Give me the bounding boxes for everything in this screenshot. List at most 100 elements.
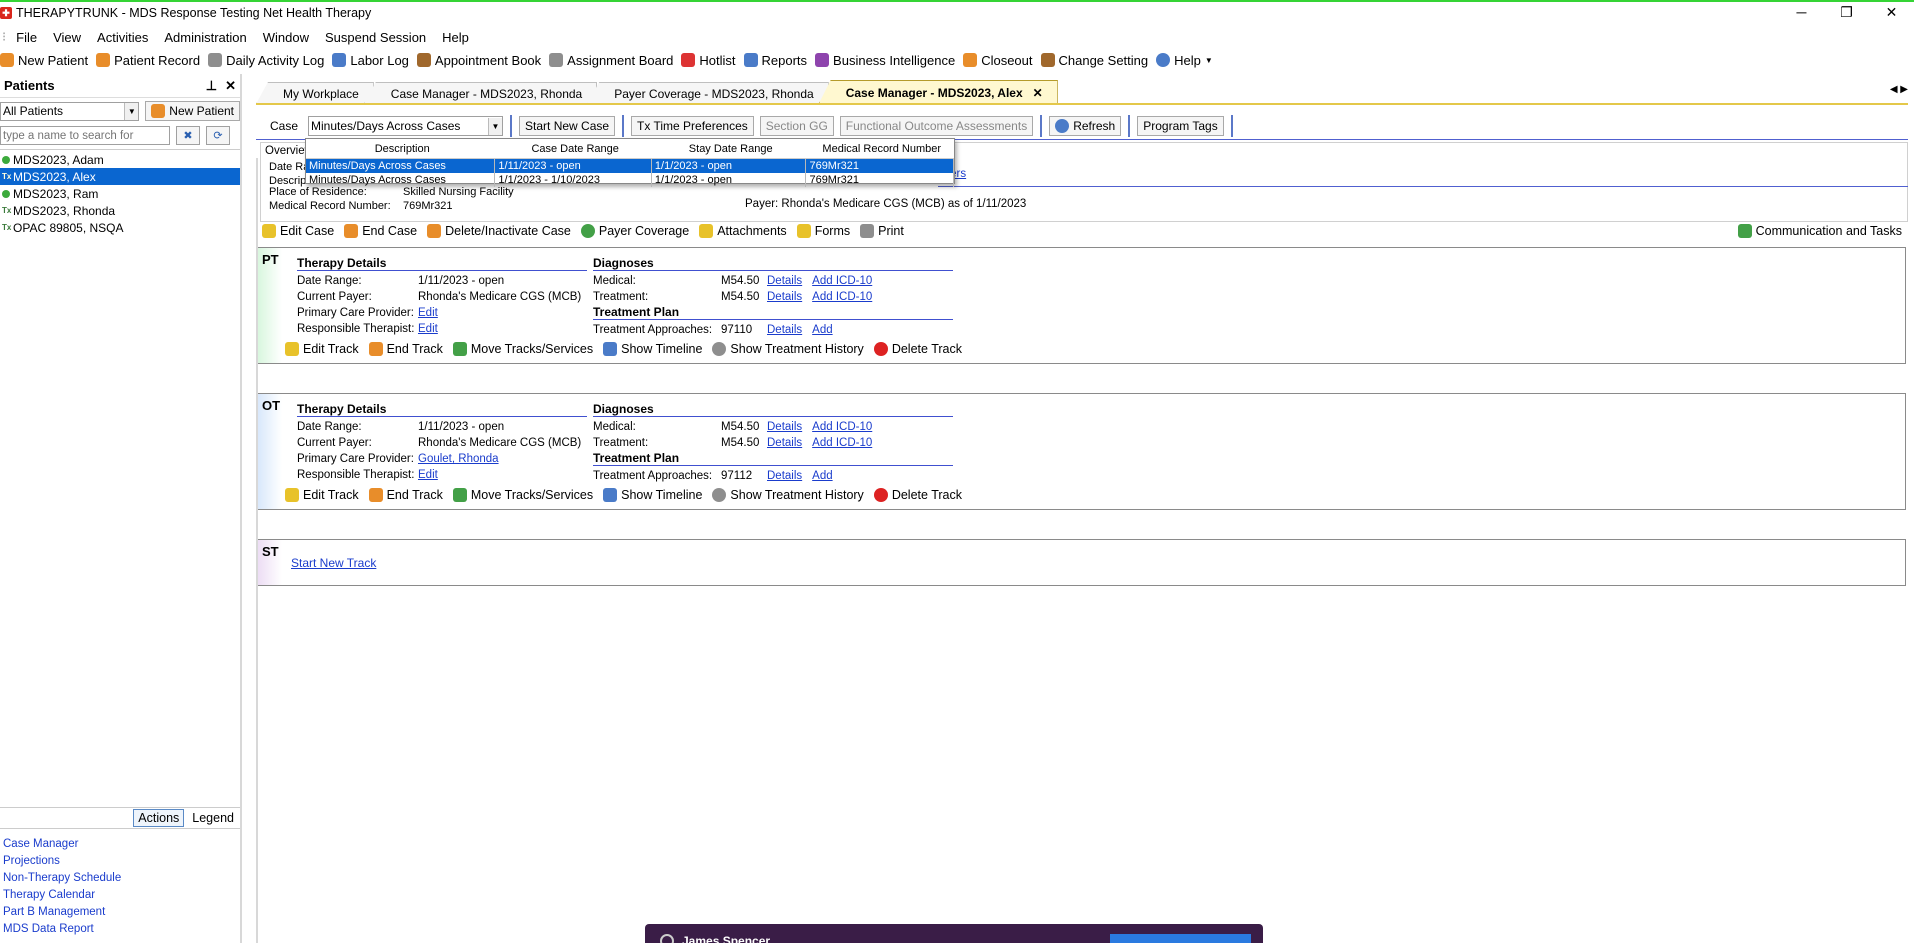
menu-help[interactable]: Help xyxy=(434,30,477,45)
link-non-therapy-schedule[interactable]: Non-Therapy Schedule xyxy=(3,872,121,889)
list-item[interactable]: MDS2023, Ram xyxy=(0,185,240,202)
show-timeline-button[interactable]: Show Timeline xyxy=(603,342,702,356)
menu-file[interactable]: File xyxy=(8,30,45,45)
show-timeline-button[interactable]: Show Timeline xyxy=(603,488,702,502)
add-approach-link[interactable]: Add xyxy=(812,470,832,482)
edit-case-button[interactable]: Edit Case xyxy=(262,224,334,238)
link-projections[interactable]: Projections xyxy=(3,855,121,872)
tab-actions[interactable]: Actions xyxy=(133,809,185,827)
restore-icon[interactable]: ❐ xyxy=(1824,2,1869,24)
overview-value: Skilled Nursing Facility xyxy=(403,186,514,198)
forms-button[interactable]: Forms xyxy=(796,224,850,238)
toolbar-new-patient[interactable]: New Patient xyxy=(0,53,88,68)
notification-action-button[interactable] xyxy=(1110,934,1251,943)
toolbar-reports[interactable]: Reports xyxy=(743,53,807,68)
close-window-icon[interactable]: ✕ xyxy=(1869,2,1914,24)
link-mds-data-report[interactable]: MDS Data Report xyxy=(3,923,121,940)
add-icd-link[interactable]: Add ICD-10 xyxy=(812,421,872,433)
start-new-case-button[interactable]: Start New Case xyxy=(519,116,616,136)
end-track-button[interactable]: End Track xyxy=(368,488,443,502)
toolbar-change-setting[interactable]: Change Setting xyxy=(1040,53,1148,68)
refresh-list-icon[interactable]: ⟳ xyxy=(206,126,230,145)
delete-track-button[interactable]: Delete Track xyxy=(873,342,962,356)
list-item[interactable]: Tx MDS2023, Alex xyxy=(0,168,240,185)
list-item[interactable]: Tx OPAC 89805, NSQA xyxy=(0,219,240,236)
toolbar-appointment-book[interactable]: Appointment Book xyxy=(416,53,541,68)
show-treatment-history-button[interactable]: Show Treatment History xyxy=(712,342,864,356)
new-patient-button[interactable]: New Patient xyxy=(145,101,240,121)
toolbar-labor-log[interactable]: Labor Log xyxy=(332,53,409,68)
case-select[interactable]: Minutes/Days Across Cases ▼ xyxy=(308,116,504,136)
communication-tasks-button[interactable]: Communication and Tasks xyxy=(1737,224,1902,238)
pin-icon[interactable]: ⊥ xyxy=(206,78,217,93)
edit-track-button[interactable]: Edit Track xyxy=(285,342,359,356)
scroll-right-icon[interactable]: ▶ xyxy=(1900,84,1908,95)
list-item[interactable]: MDS2023, Adam xyxy=(0,151,240,168)
tab-case-manager-alex[interactable]: Case Manager - MDS2023, Alex ✕ xyxy=(818,80,1058,104)
program-tags-button[interactable]: Program Tags xyxy=(1137,116,1224,136)
edit-therapist-link[interactable]: Edit xyxy=(418,323,438,335)
end-track-button[interactable]: End Track xyxy=(368,342,443,356)
tab-legend[interactable]: Legend xyxy=(188,810,238,826)
toolbar-hotlist[interactable]: Hotlist xyxy=(681,53,736,68)
action-label: Show Treatment History xyxy=(730,342,864,356)
minimize-icon[interactable]: ─ xyxy=(1779,2,1824,24)
toolbar-daily-activity-log[interactable]: Daily Activity Log xyxy=(208,53,324,68)
tab-payer-coverage-rhonda[interactable]: Payer Coverage - MDS2023, Rhonda xyxy=(587,82,829,104)
edit-therapist-link[interactable]: Edit xyxy=(418,469,438,481)
menu-suspend-session[interactable]: Suspend Session xyxy=(317,30,434,45)
details-link[interactable]: Details xyxy=(767,437,802,449)
details-link[interactable]: Details xyxy=(767,421,802,433)
menu-administration[interactable]: Administration xyxy=(156,30,254,45)
patient-search-input[interactable] xyxy=(0,126,170,145)
list-item[interactable]: Tx MDS2023, Rhonda xyxy=(0,202,240,219)
move-tracks-button[interactable]: Move Tracks/Services xyxy=(452,488,593,502)
attachments-button[interactable]: Attachments xyxy=(699,224,787,238)
delete-track-button[interactable]: Delete Track xyxy=(873,488,962,502)
section-gg-button[interactable]: Section GG xyxy=(759,116,834,136)
clear-search-icon[interactable]: ✖ xyxy=(176,126,200,145)
menu-view[interactable]: View xyxy=(45,30,89,45)
edit-track-button[interactable]: Edit Track xyxy=(285,488,359,502)
toolbar-help[interactable]: Help ▼ xyxy=(1156,53,1213,68)
patients-panel-header: Patients ⊥ ✕ xyxy=(0,74,240,98)
details-link[interactable]: Details xyxy=(767,470,802,482)
refresh-button[interactable]: Refresh xyxy=(1049,116,1122,136)
dropdown-option[interactable]: Minutes/Days Across Cases 1/1/2023 - 1/1… xyxy=(306,173,954,187)
details-link[interactable]: Details xyxy=(767,275,802,287)
patient-filter-select[interactable]: All Patients ▼ xyxy=(0,101,140,121)
link-therapy-calendar[interactable]: Therapy Calendar xyxy=(3,889,121,906)
close-tab-icon[interactable]: ✕ xyxy=(1033,86,1043,100)
edit-pcp-link[interactable]: Edit xyxy=(418,307,438,319)
start-new-track-link[interactable]: Start New Track xyxy=(291,556,376,570)
content-left-border xyxy=(256,158,258,943)
payer-coverage-button[interactable]: Payer Coverage xyxy=(580,224,689,238)
show-treatment-history-button[interactable]: Show Treatment History xyxy=(712,488,864,502)
toolbar-assignment-board[interactable]: Assignment Board xyxy=(549,53,673,68)
link-part-b-management[interactable]: Part B Management xyxy=(3,906,121,923)
menu-activities[interactable]: Activities xyxy=(89,30,156,45)
toolbar-business-intelligence[interactable]: Business Intelligence xyxy=(815,53,955,68)
add-icd-link[interactable]: Add ICD-10 xyxy=(812,437,872,449)
print-button[interactable]: Print xyxy=(860,224,904,238)
add-icd-link[interactable]: Add ICD-10 xyxy=(812,275,872,287)
close-panel-icon[interactable]: ✕ xyxy=(225,78,236,93)
scroll-left-icon[interactable]: ◀ xyxy=(1890,84,1898,95)
toolbar-patient-record[interactable]: Patient Record xyxy=(96,53,200,68)
tx-time-preferences-button[interactable]: Tx Time Preferences xyxy=(631,116,754,136)
add-approach-link[interactable]: Add xyxy=(812,324,832,336)
tab-case-manager-rhonda[interactable]: Case Manager - MDS2023, Rhonda xyxy=(363,82,598,104)
details-link[interactable]: Details xyxy=(767,291,802,303)
delete-inactivate-case-button[interactable]: Delete/Inactivate Case xyxy=(427,224,571,238)
toolbar-closeout[interactable]: Closeout xyxy=(963,53,1033,68)
details-link[interactable]: Details xyxy=(767,324,802,336)
menu-window[interactable]: Window xyxy=(255,30,317,45)
end-case-button[interactable]: End Case xyxy=(344,224,417,238)
pcp-link[interactable]: Goulet, Rhonda xyxy=(418,453,499,465)
functional-outcome-assessments-button[interactable]: Functional Outcome Assessments xyxy=(839,116,1034,136)
dropdown-option[interactable]: Minutes/Days Across Cases 1/11/2023 - op… xyxy=(306,159,954,173)
add-icd-link[interactable]: Add ICD-10 xyxy=(812,291,872,303)
tab-my-workplace[interactable]: My Workplace xyxy=(256,82,374,104)
link-case-manager[interactable]: Case Manager xyxy=(3,838,121,855)
move-tracks-button[interactable]: Move Tracks/Services xyxy=(452,342,593,356)
